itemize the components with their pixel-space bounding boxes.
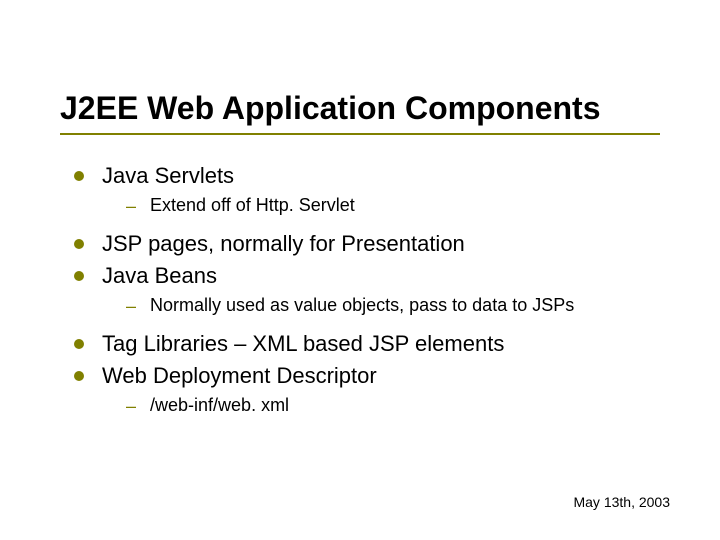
list-item-text: Tag Libraries – XML based JSP elements bbox=[102, 331, 504, 357]
list-item: JSP pages, normally for Presentation bbox=[74, 231, 660, 257]
list-subitem: – /web-inf/web. xml bbox=[126, 395, 660, 417]
list-item: Tag Libraries – XML based JSP elements bbox=[74, 331, 660, 357]
list-subitem-text: /web-inf/web. xml bbox=[150, 395, 289, 416]
list-subitem: – Extend off of Http. Servlet bbox=[126, 195, 660, 217]
bullet-icon bbox=[74, 171, 84, 181]
list-item: Java Servlets bbox=[74, 163, 660, 189]
list-item-text: JSP pages, normally for Presentation bbox=[102, 231, 465, 257]
title-underline bbox=[60, 133, 660, 135]
dash-icon: – bbox=[126, 195, 136, 217]
list-item-text: Java Beans bbox=[102, 263, 217, 289]
bullet-icon bbox=[74, 239, 84, 249]
list-subitem: – Normally used as value objects, pass t… bbox=[126, 295, 660, 317]
footer-date: May 13th, 2003 bbox=[573, 494, 670, 510]
slide: J2EE Web Application Components Java Ser… bbox=[0, 0, 720, 540]
dash-icon: – bbox=[126, 395, 136, 417]
list-subitem-text: Extend off of Http. Servlet bbox=[150, 195, 355, 216]
bullet-icon bbox=[74, 371, 84, 381]
list-item: Web Deployment Descriptor bbox=[74, 363, 660, 389]
list-item-text: Java Servlets bbox=[102, 163, 234, 189]
slide-title: J2EE Web Application Components bbox=[60, 90, 660, 127]
list-item-text: Web Deployment Descriptor bbox=[102, 363, 377, 389]
slide-content: Java Servlets – Extend off of Http. Serv… bbox=[60, 163, 660, 417]
bullet-icon bbox=[74, 271, 84, 281]
list-item: Java Beans bbox=[74, 263, 660, 289]
dash-icon: – bbox=[126, 295, 136, 317]
list-subitem-text: Normally used as value objects, pass to … bbox=[150, 295, 574, 316]
bullet-icon bbox=[74, 339, 84, 349]
